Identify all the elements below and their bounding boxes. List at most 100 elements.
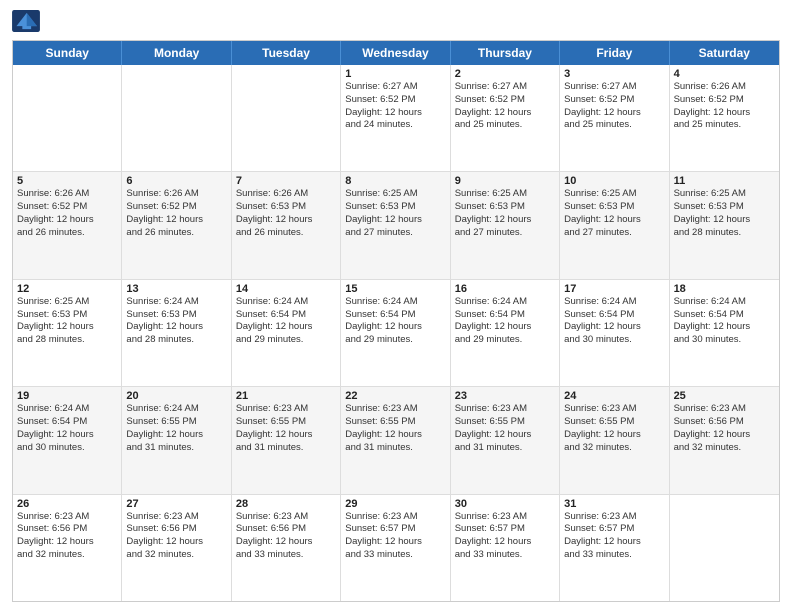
calendar-cell-30: 30Sunrise: 6:23 AM Sunset: 6:57 PM Dayli…	[451, 495, 560, 601]
day-header-saturday: Saturday	[670, 41, 779, 65]
cell-date-number: 20	[126, 390, 226, 402]
cell-date-number: 1	[345, 68, 445, 80]
cell-info: Sunrise: 6:24 AM Sunset: 6:53 PM Dayligh…	[126, 296, 226, 347]
cell-date-number: 2	[455, 68, 555, 80]
calendar-cell-27: 27Sunrise: 6:23 AM Sunset: 6:56 PM Dayli…	[122, 495, 231, 601]
calendar-cell-20: 20Sunrise: 6:24 AM Sunset: 6:55 PM Dayli…	[122, 387, 231, 493]
logo	[12, 10, 42, 32]
day-header-thursday: Thursday	[451, 41, 560, 65]
calendar-cell-17: 17Sunrise: 6:24 AM Sunset: 6:54 PM Dayli…	[560, 280, 669, 386]
calendar-row: 19Sunrise: 6:24 AM Sunset: 6:54 PM Dayli…	[13, 386, 779, 493]
cell-info: Sunrise: 6:24 AM Sunset: 6:54 PM Dayligh…	[236, 296, 336, 347]
calendar-cell-7: 7Sunrise: 6:26 AM Sunset: 6:53 PM Daylig…	[232, 172, 341, 278]
calendar-cell-26: 26Sunrise: 6:23 AM Sunset: 6:56 PM Dayli…	[13, 495, 122, 601]
cell-date-number: 24	[564, 390, 664, 402]
cell-info: Sunrise: 6:26 AM Sunset: 6:52 PM Dayligh…	[17, 188, 117, 239]
cell-info: Sunrise: 6:23 AM Sunset: 6:55 PM Dayligh…	[345, 403, 445, 454]
day-header-monday: Monday	[122, 41, 231, 65]
cell-info: Sunrise: 6:26 AM Sunset: 6:52 PM Dayligh…	[674, 81, 775, 132]
cell-date-number: 15	[345, 283, 445, 295]
cell-date-number: 12	[17, 283, 117, 295]
calendar-cell-11: 11Sunrise: 6:25 AM Sunset: 6:53 PM Dayli…	[670, 172, 779, 278]
calendar-cell-16: 16Sunrise: 6:24 AM Sunset: 6:54 PM Dayli…	[451, 280, 560, 386]
calendar-cell-24: 24Sunrise: 6:23 AM Sunset: 6:55 PM Dayli…	[560, 387, 669, 493]
day-header-friday: Friday	[560, 41, 669, 65]
cell-date-number: 30	[455, 498, 555, 510]
cell-info: Sunrise: 6:23 AM Sunset: 6:55 PM Dayligh…	[564, 403, 664, 454]
calendar-row: 1Sunrise: 6:27 AM Sunset: 6:52 PM Daylig…	[13, 65, 779, 171]
cell-info: Sunrise: 6:24 AM Sunset: 6:54 PM Dayligh…	[17, 403, 117, 454]
cell-info: Sunrise: 6:23 AM Sunset: 6:57 PM Dayligh…	[564, 511, 664, 562]
cell-date-number: 21	[236, 390, 336, 402]
cell-date-number: 11	[674, 175, 775, 187]
cell-info: Sunrise: 6:24 AM Sunset: 6:55 PM Dayligh…	[126, 403, 226, 454]
calendar-cell-empty	[13, 65, 122, 171]
cell-info: Sunrise: 6:26 AM Sunset: 6:52 PM Dayligh…	[126, 188, 226, 239]
cell-date-number: 31	[564, 498, 664, 510]
cell-info: Sunrise: 6:23 AM Sunset: 6:56 PM Dayligh…	[126, 511, 226, 562]
calendar-cell-19: 19Sunrise: 6:24 AM Sunset: 6:54 PM Dayli…	[13, 387, 122, 493]
day-header-wednesday: Wednesday	[341, 41, 450, 65]
calendar-cell-28: 28Sunrise: 6:23 AM Sunset: 6:56 PM Dayli…	[232, 495, 341, 601]
calendar-cell-1: 1Sunrise: 6:27 AM Sunset: 6:52 PM Daylig…	[341, 65, 450, 171]
calendar-cell-21: 21Sunrise: 6:23 AM Sunset: 6:55 PM Dayli…	[232, 387, 341, 493]
calendar-row: 12Sunrise: 6:25 AM Sunset: 6:53 PM Dayli…	[13, 279, 779, 386]
cell-date-number: 3	[564, 68, 664, 80]
cell-date-number: 23	[455, 390, 555, 402]
cell-info: Sunrise: 6:27 AM Sunset: 6:52 PM Dayligh…	[345, 81, 445, 132]
cell-info: Sunrise: 6:24 AM Sunset: 6:54 PM Dayligh…	[674, 296, 775, 347]
cell-date-number: 6	[126, 175, 226, 187]
calendar-cell-25: 25Sunrise: 6:23 AM Sunset: 6:56 PM Dayli…	[670, 387, 779, 493]
calendar-cell-empty	[232, 65, 341, 171]
calendar-cell-10: 10Sunrise: 6:25 AM Sunset: 6:53 PM Dayli…	[560, 172, 669, 278]
calendar-cell-13: 13Sunrise: 6:24 AM Sunset: 6:53 PM Dayli…	[122, 280, 231, 386]
cell-date-number: 8	[345, 175, 445, 187]
logo-icon	[12, 10, 40, 32]
cell-info: Sunrise: 6:26 AM Sunset: 6:53 PM Dayligh…	[236, 188, 336, 239]
calendar-row: 26Sunrise: 6:23 AM Sunset: 6:56 PM Dayli…	[13, 494, 779, 601]
cell-date-number: 26	[17, 498, 117, 510]
calendar-cell-empty	[670, 495, 779, 601]
cell-date-number: 4	[674, 68, 775, 80]
calendar-cell-23: 23Sunrise: 6:23 AM Sunset: 6:55 PM Dayli…	[451, 387, 560, 493]
cell-date-number: 10	[564, 175, 664, 187]
cell-info: Sunrise: 6:23 AM Sunset: 6:55 PM Dayligh…	[236, 403, 336, 454]
calendar-cell-2: 2Sunrise: 6:27 AM Sunset: 6:52 PM Daylig…	[451, 65, 560, 171]
cell-date-number: 29	[345, 498, 445, 510]
calendar-cell-6: 6Sunrise: 6:26 AM Sunset: 6:52 PM Daylig…	[122, 172, 231, 278]
cell-date-number: 25	[674, 390, 775, 402]
cell-date-number: 22	[345, 390, 445, 402]
cell-info: Sunrise: 6:25 AM Sunset: 6:53 PM Dayligh…	[17, 296, 117, 347]
calendar-cell-29: 29Sunrise: 6:23 AM Sunset: 6:57 PM Dayli…	[341, 495, 450, 601]
cell-info: Sunrise: 6:27 AM Sunset: 6:52 PM Dayligh…	[564, 81, 664, 132]
cell-info: Sunrise: 6:23 AM Sunset: 6:56 PM Dayligh…	[17, 511, 117, 562]
calendar-cell-22: 22Sunrise: 6:23 AM Sunset: 6:55 PM Dayli…	[341, 387, 450, 493]
calendar-header: SundayMondayTuesdayWednesdayThursdayFrid…	[13, 41, 779, 65]
cell-info: Sunrise: 6:23 AM Sunset: 6:55 PM Dayligh…	[455, 403, 555, 454]
cell-date-number: 28	[236, 498, 336, 510]
cell-info: Sunrise: 6:24 AM Sunset: 6:54 PM Dayligh…	[345, 296, 445, 347]
cell-date-number: 9	[455, 175, 555, 187]
calendar-cell-5: 5Sunrise: 6:26 AM Sunset: 6:52 PM Daylig…	[13, 172, 122, 278]
cell-info: Sunrise: 6:23 AM Sunset: 6:57 PM Dayligh…	[345, 511, 445, 562]
calendar-cell-8: 8Sunrise: 6:25 AM Sunset: 6:53 PM Daylig…	[341, 172, 450, 278]
cell-date-number: 17	[564, 283, 664, 295]
cell-info: Sunrise: 6:25 AM Sunset: 6:53 PM Dayligh…	[345, 188, 445, 239]
cell-date-number: 7	[236, 175, 336, 187]
cell-date-number: 14	[236, 283, 336, 295]
calendar-cell-12: 12Sunrise: 6:25 AM Sunset: 6:53 PM Dayli…	[13, 280, 122, 386]
day-header-tuesday: Tuesday	[232, 41, 341, 65]
cell-info: Sunrise: 6:27 AM Sunset: 6:52 PM Dayligh…	[455, 81, 555, 132]
cell-date-number: 13	[126, 283, 226, 295]
calendar-cell-4: 4Sunrise: 6:26 AM Sunset: 6:52 PM Daylig…	[670, 65, 779, 171]
cell-info: Sunrise: 6:25 AM Sunset: 6:53 PM Dayligh…	[564, 188, 664, 239]
calendar-cell-31: 31Sunrise: 6:23 AM Sunset: 6:57 PM Dayli…	[560, 495, 669, 601]
cell-info: Sunrise: 6:25 AM Sunset: 6:53 PM Dayligh…	[455, 188, 555, 239]
calendar-cell-15: 15Sunrise: 6:24 AM Sunset: 6:54 PM Dayli…	[341, 280, 450, 386]
cell-date-number: 5	[17, 175, 117, 187]
cell-info: Sunrise: 6:23 AM Sunset: 6:57 PM Dayligh…	[455, 511, 555, 562]
cell-date-number: 16	[455, 283, 555, 295]
cell-info: Sunrise: 6:24 AM Sunset: 6:54 PM Dayligh…	[455, 296, 555, 347]
cell-date-number: 19	[17, 390, 117, 402]
calendar-cell-18: 18Sunrise: 6:24 AM Sunset: 6:54 PM Dayli…	[670, 280, 779, 386]
